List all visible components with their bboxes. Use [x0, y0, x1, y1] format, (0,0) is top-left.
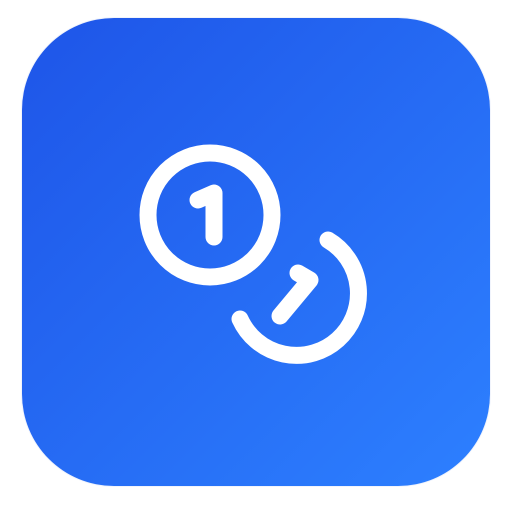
app-icon[interactable]	[22, 18, 490, 486]
coins-icon	[22, 18, 490, 486]
screen	[0, 0, 512, 512]
